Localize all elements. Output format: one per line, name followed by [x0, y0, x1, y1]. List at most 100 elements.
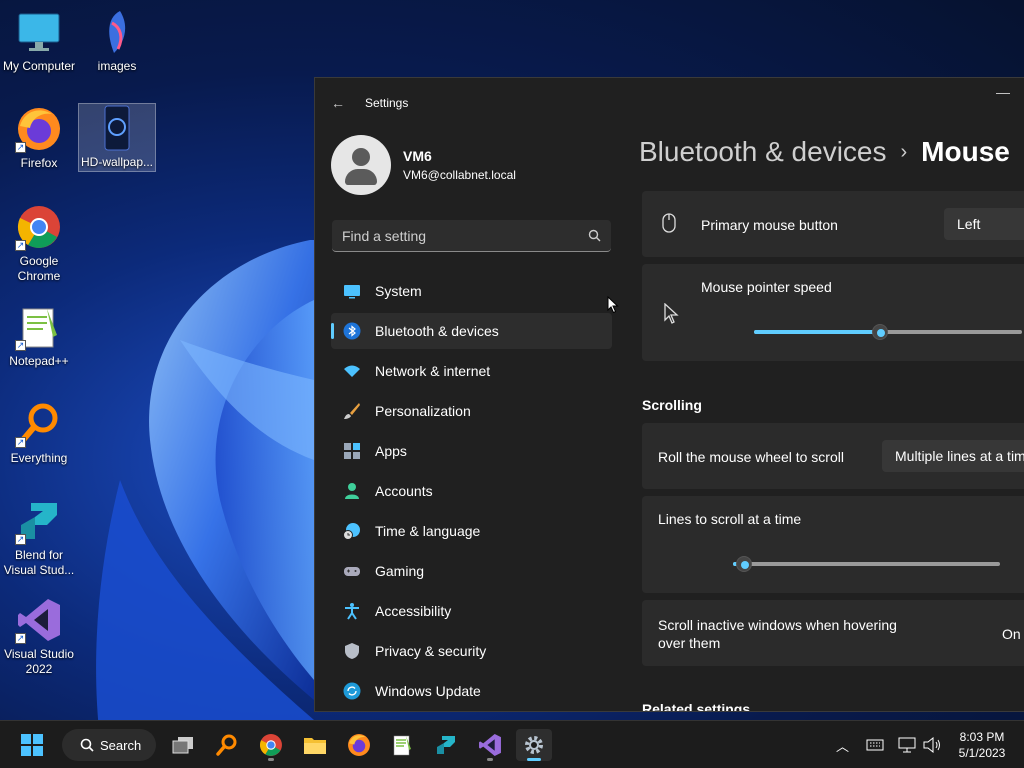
primary-mouse-button-dropdown[interactable]: Left [944, 208, 1024, 240]
update-icon [343, 682, 361, 700]
nav-label: Time & language [375, 523, 481, 539]
lines-to-scroll-slider[interactable] [733, 556, 1000, 572]
nav-label: Accessibility [375, 603, 452, 619]
desktop-icon-notepadpp[interactable]: ↗ Notepad++ [0, 303, 78, 369]
settings-window: ← Settings — VM6 VM6@collabnet.local Fin… [314, 77, 1024, 712]
slider-thumb[interactable] [735, 556, 752, 572]
clock-time: 8:03 PM [959, 730, 1005, 744]
task-view-button[interactable] [165, 729, 201, 761]
chrome-icon [260, 734, 282, 756]
desktop-icon-label: Notepad++ [9, 354, 69, 368]
windows-logo-icon [21, 734, 43, 756]
lines-to-scroll-label: Lines to scroll at a time [658, 511, 802, 527]
taskbar-search-button[interactable]: Search [62, 729, 156, 761]
image-file-icon [93, 8, 141, 56]
taskbar-settings[interactable] [516, 729, 552, 761]
breadcrumb-parent[interactable]: Bluetooth & devices [639, 136, 887, 167]
keyboard-icon [866, 739, 884, 751]
window-title: Settings [365, 96, 409, 110]
desktop-icon-chrome[interactable]: ↗ Google Chrome [0, 203, 78, 284]
desktop-icon-label: HD-wallpap... [80, 155, 154, 169]
search-placeholder: Find a setting [342, 227, 427, 244]
nav-item-time-language[interactable]: Time & language [331, 513, 612, 549]
shield-icon [345, 643, 359, 659]
nav-item-apps[interactable]: Apps [331, 433, 612, 469]
pointer-speed-card: Mouse pointer speed [642, 264, 1024, 361]
firefox-icon [348, 734, 370, 756]
desktop-icon-everything[interactable]: ↗ Everything [0, 400, 78, 466]
pointer-speed-label: Mouse pointer speed [701, 279, 832, 295]
nav-item-windows-update[interactable]: Windows Update [331, 673, 612, 709]
chrome-icon: ↗ [15, 203, 63, 251]
nav-label: Apps [375, 443, 407, 459]
taskbar-everything[interactable] [209, 729, 245, 761]
nav-label: Privacy & security [375, 643, 487, 659]
desktop-icon-images[interactable]: images [78, 8, 156, 74]
nav-label: Bluetooth & devices [375, 323, 499, 339]
pointer-speed-slider[interactable] [754, 324, 1022, 340]
monitor-icon [15, 8, 63, 56]
paintbrush-icon [344, 403, 360, 419]
gamepad-icon [344, 567, 360, 576]
person-icon [345, 483, 359, 499]
taskbar-chrome[interactable] [253, 729, 289, 761]
globe-clock-icon [343, 523, 360, 540]
system-clock[interactable]: 8:03 PM 5/1/2023 [952, 729, 1012, 761]
notepad-plus-plus-icon [393, 735, 411, 756]
scroll-inactive-state[interactable]: On [1002, 626, 1021, 642]
slider-thumb[interactable] [871, 324, 888, 340]
desktop-icon-my-computer[interactable]: My Computer [0, 8, 78, 74]
nav-label: Windows Update [375, 683, 481, 699]
pointer-icon [664, 303, 679, 324]
notepad-plus-plus-icon: ↗ [15, 303, 63, 351]
chevron-up-icon: ︿ [836, 738, 850, 754]
search-icon [588, 229, 601, 242]
everything-search-icon: ↗ [15, 400, 63, 448]
folder-icon [304, 738, 326, 754]
roll-wheel-dropdown[interactable]: Multiple lines at a tim [882, 440, 1024, 472]
bluetooth-icon [343, 322, 361, 340]
desktop-icon-label: Firefox [20, 156, 58, 170]
nav-item-accounts[interactable]: Accounts [331, 473, 612, 509]
lines-to-scroll-card: Lines to scroll at a time [642, 496, 1024, 593]
nav-item-accessibility[interactable]: Accessibility [331, 593, 612, 629]
network-button[interactable] [898, 721, 916, 768]
taskbar-blend[interactable] [428, 729, 464, 761]
scroll-inactive-card: Scroll inactive windows when hovering ov… [642, 600, 1024, 666]
back-arrow-icon[interactable]: ← [331, 95, 351, 111]
wifi-icon [344, 365, 360, 377]
nav-item-privacy-security[interactable]: Privacy & security [331, 633, 612, 669]
search-icon [80, 738, 94, 752]
desktop-icon-hd-wallpaper[interactable]: HD-wallpap... [78, 103, 156, 172]
search-input[interactable]: Find a setting [332, 220, 611, 252]
nav-label: Personalization [375, 403, 471, 419]
apps-icon [344, 443, 360, 459]
desktop-icon-blend[interactable]: ↗ Blend for Visual Stud... [0, 497, 78, 578]
primary-mouse-button-label: Primary mouse button [701, 217, 838, 233]
clock-date: 5/1/2023 [958, 746, 1006, 760]
nav-item-system[interactable]: System [331, 273, 612, 309]
start-button[interactable] [14, 729, 50, 761]
desktop-icon-label: Everything [10, 451, 68, 465]
nav-item-gaming[interactable]: Gaming [331, 553, 612, 589]
minimize-button[interactable]: — [996, 84, 1010, 100]
breadcrumb: Bluetooth & devices › Mouse [639, 136, 1010, 168]
volume-button[interactable] [922, 721, 942, 768]
nav-list: System Bluetooth & devices Network & int… [331, 273, 612, 711]
nav-item-personalization[interactable]: Personalization [331, 393, 612, 429]
taskbar: Search ︿ 8:03 PM 5/1/2023 [0, 720, 1024, 768]
taskbar-visual-studio[interactable] [472, 729, 508, 761]
taskbar-file-explorer[interactable] [297, 729, 333, 761]
desktop-icon-label: Blend for Visual Stud... [3, 548, 75, 577]
taskbar-firefox[interactable] [341, 729, 377, 761]
user-profile[interactable]: VM6 VM6@collabnet.local [331, 135, 516, 195]
nav-item-network[interactable]: Network & internet [331, 353, 612, 389]
desktop-icon-visual-studio[interactable]: ↗ Visual Studio 2022 [0, 596, 78, 677]
show-hidden-icons-button[interactable]: ︿ [836, 721, 849, 768]
accessibility-icon [345, 603, 359, 620]
nav-item-bluetooth-devices[interactable]: Bluetooth & devices [331, 313, 612, 349]
desktop-icon-firefox[interactable]: ↗ Firefox [0, 105, 78, 171]
taskbar-notepadpp[interactable] [384, 729, 420, 761]
keyboard-button[interactable] [866, 721, 884, 768]
user-name: VM6 [403, 148, 432, 164]
